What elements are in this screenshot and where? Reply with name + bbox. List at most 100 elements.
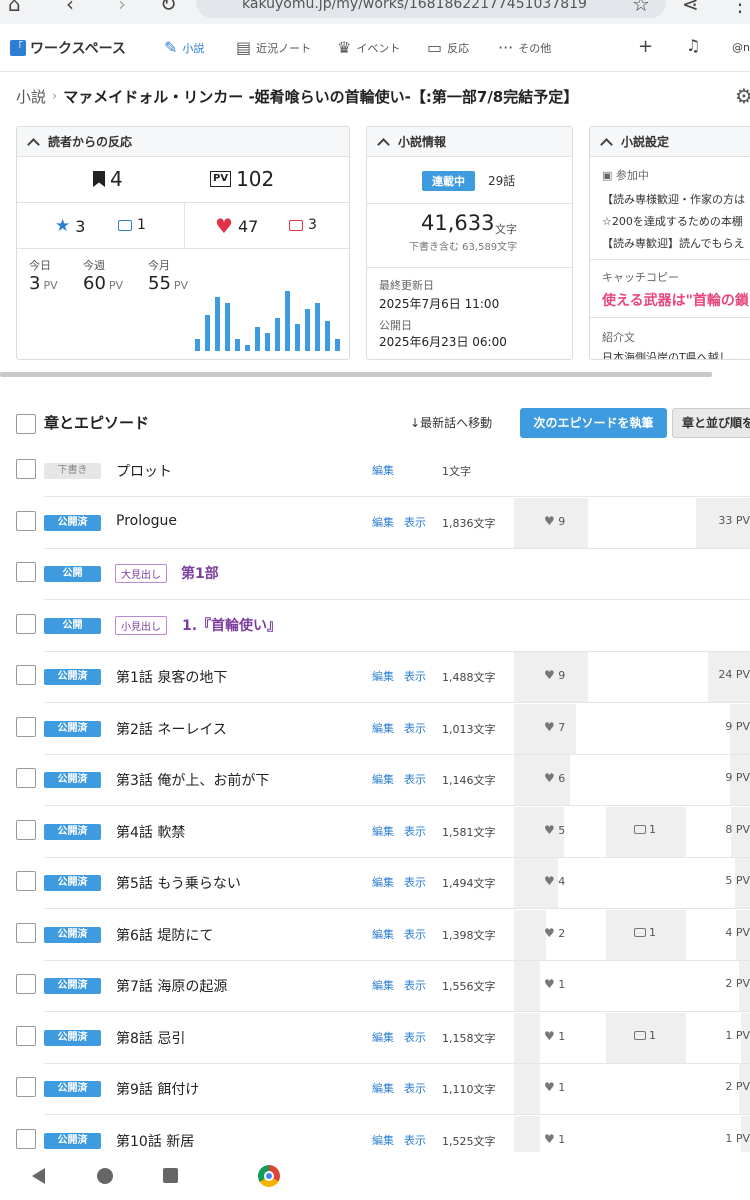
gear-icon[interactable]: ⚙ [735, 84, 750, 108]
edit-link[interactable]: 編集 [372, 1132, 394, 1148]
episode-row[interactable]: 公開済 Prologue 編集 表示 1,836文字 ♥ 9 33 PV [0, 498, 750, 549]
row-checkbox[interactable] [16, 974, 36, 994]
episode-title[interactable]: 第6話 堤防にて [116, 925, 213, 945]
breadcrumb-root[interactable]: 小説 [16, 86, 46, 107]
view-link[interactable]: 表示 [404, 926, 426, 942]
episode-row[interactable]: 公開済 第8話 忌引 編集 表示 1,158文字 ♥ 111 PV [0, 1013, 750, 1064]
episode-title[interactable]: 第3話 俺が上、お前が下 [116, 770, 269, 790]
add-icon[interactable]: + [638, 36, 653, 57]
view-link[interactable]: 表示 [404, 668, 426, 684]
chapter-row[interactable]: 公開 小見出し 1.『首輪使い』 [0, 601, 750, 652]
joined-contest-3[interactable]: 【読み専歓迎】読んでもらえ [602, 235, 744, 251]
home-icon[interactable]: ⌂ [8, 0, 21, 16]
chapter-title[interactable]: 1.『首輪使い』 [182, 615, 281, 635]
episode-title[interactable]: 第9話 餌付け [116, 1079, 199, 1099]
edit-link[interactable]: 編集 [372, 1080, 394, 1096]
episode-row[interactable]: 公開済 第4話 軟禁 編集 表示 1,581文字 ♥ 5 1 8 PV [0, 807, 750, 858]
menu-icon[interactable]: ⋮ [730, 0, 750, 16]
edit-link[interactable]: 編集 [372, 462, 394, 478]
view-link[interactable]: 表示 [404, 1029, 426, 1045]
nav-reactions[interactable]: ▭ 反応 [427, 38, 469, 57]
nav-home-icon[interactable] [97, 1168, 113, 1184]
row-checkbox[interactable] [16, 820, 36, 840]
address-bar[interactable]: kakuyomu.jp/my/works/1681862217745103781… [196, 0, 666, 18]
view-link[interactable]: 表示 [404, 977, 426, 993]
workspace-logo[interactable]: 「 ワークスペース [10, 38, 126, 58]
forward-icon[interactable]: › [118, 0, 126, 16]
nav-novel[interactable]: ✎ 小説 [164, 38, 204, 57]
user-handle[interactable]: @n [732, 41, 750, 54]
episode-row[interactable]: 公開済 第6話 堤防にて 編集 表示 1,398文字 ♥ 2 1 4 PV [0, 910, 750, 961]
view-link[interactable]: 表示 [404, 823, 426, 839]
view-link[interactable]: 表示 [404, 1080, 426, 1096]
row-checkbox[interactable] [16, 1026, 36, 1046]
episode-row[interactable]: 公開済 第3話 俺が上、お前が下 編集 表示 1,146文字 ♥ 6 9 PV [0, 755, 750, 806]
bookmark-star-icon[interactable]: ☆ [632, 0, 650, 16]
reactions-panel-header[interactable]: 読者からの反応 [17, 127, 349, 157]
row-checkbox[interactable] [16, 768, 36, 788]
row-checkbox[interactable] [16, 459, 36, 479]
edit-link[interactable]: 編集 [372, 771, 394, 787]
horizontal-scrollbar[interactable] [0, 372, 712, 377]
episode-row[interactable]: 公開済 第9話 餌付け 編集 表示 1,110文字 ♥ 1 2 PV [0, 1064, 750, 1115]
row-checkbox[interactable] [16, 614, 36, 634]
episode-title[interactable]: 第1話 泉客の地下 [116, 667, 227, 687]
row-checkbox[interactable] [16, 511, 36, 531]
view-link[interactable]: 表示 [404, 514, 426, 530]
episode-title[interactable]: Prologue [116, 513, 177, 529]
notification-bell-icon[interactable]: ♫ [686, 36, 700, 55]
nav-events[interactable]: ♛ イベント [337, 38, 400, 57]
episode-row[interactable]: 公開済 第7話 海原の起源 編集 表示 1,556文字 ♥ 1 2 PV [0, 961, 750, 1012]
row-checkbox[interactable] [16, 871, 36, 891]
edit-link[interactable]: 編集 [372, 874, 394, 890]
edit-link[interactable]: 編集 [372, 977, 394, 993]
jump-to-latest-link[interactable]: ↓最新話へ移動 [410, 414, 492, 431]
edit-link[interactable]: 編集 [372, 720, 394, 736]
settings-panel-header[interactable]: 小説設定 [590, 127, 750, 157]
episode-row[interactable]: 公開済 第5話 もう乗らない 編集 表示 1,494文字 ♥ 4 5 PV [0, 858, 750, 909]
view-link[interactable]: 表示 [404, 1132, 426, 1148]
episode-title[interactable]: プロット [116, 461, 172, 481]
nav-more[interactable]: ··· その他 [498, 38, 551, 57]
joined-contest-1[interactable]: 【読み専様歓迎・作家の方は [602, 191, 745, 207]
episode-title[interactable]: 第10話 新居 [116, 1131, 194, 1151]
write-next-episode-button[interactable]: 次のエピソードを執筆 [520, 408, 667, 438]
select-all-checkbox[interactable] [16, 414, 36, 434]
edit-link[interactable]: 編集 [372, 926, 394, 942]
view-link[interactable]: 表示 [404, 771, 426, 787]
chapter-title[interactable]: 第1部 [181, 563, 219, 583]
reload-icon[interactable]: ↻ [160, 0, 177, 16]
row-checkbox[interactable] [16, 1129, 36, 1149]
edit-link[interactable]: 編集 [372, 1029, 394, 1045]
joined-contest-2[interactable]: ☆200を達成するための本棚 [602, 213, 743, 229]
view-link[interactable]: 表示 [404, 720, 426, 736]
episode-row[interactable]: 公開済 第2話 ネーレイス 編集 表示 1,013文字 ♥ 7 9 PV [0, 704, 750, 755]
episode-title[interactable]: 第7話 海原の起源 [116, 976, 227, 996]
episode-title[interactable]: 第5話 もう乗らない [116, 873, 241, 893]
episode-title[interactable]: 第8話 忌引 [116, 1028, 185, 1048]
row-checkbox[interactable] [16, 717, 36, 737]
episode-row[interactable]: 公開済 第1話 泉客の地下 編集 表示 1,488文字 ♥ 9 24 PV [0, 652, 750, 703]
nav-notes[interactable]: ▤ 近況ノート [236, 38, 311, 57]
row-checkbox[interactable] [16, 665, 36, 685]
back-icon[interactable]: ‹ [66, 0, 74, 16]
edit-link[interactable]: 編集 [372, 668, 394, 684]
row-checkbox[interactable] [16, 1077, 36, 1097]
row-checkbox[interactable] [16, 923, 36, 943]
share-icon[interactable]: ⋖ [682, 0, 699, 16]
chrome-icon[interactable] [258, 1165, 280, 1187]
episode-title[interactable]: 第4話 軟禁 [116, 822, 185, 842]
episode-comment-count: 1 [649, 1029, 656, 1042]
nav-back-icon[interactable] [32, 1168, 45, 1184]
info-panel-header[interactable]: 小説情報 [367, 127, 572, 157]
view-link[interactable]: 表示 [404, 874, 426, 890]
sort-chapters-button[interactable]: 章と並び順を [672, 408, 750, 438]
review-stat: 1 [118, 217, 146, 233]
edit-link[interactable]: 編集 [372, 823, 394, 839]
episode-title[interactable]: 第2話 ネーレイス [116, 719, 227, 739]
episode-row[interactable]: 下書き プロット 編集 1文字 [0, 446, 750, 497]
nav-recent-apps-icon[interactable] [163, 1168, 178, 1183]
edit-link[interactable]: 編集 [372, 514, 394, 530]
row-checkbox[interactable] [16, 562, 36, 582]
chapter-row[interactable]: 公開 大見出し 第1部 [0, 549, 750, 600]
